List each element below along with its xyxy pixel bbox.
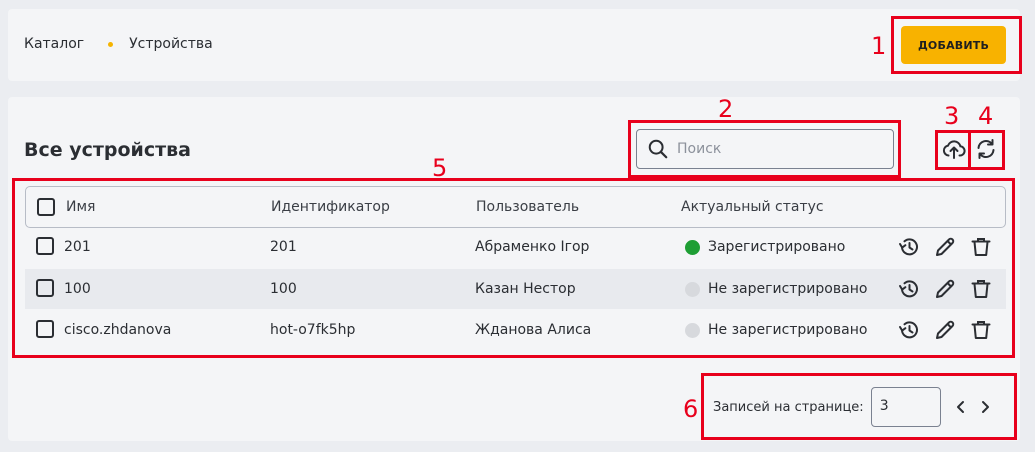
table-row[interactable]: cisco.zhdanova hot-o7fk5hp Жданова Алиса… xyxy=(25,310,1006,350)
column-header-name[interactable]: Имя xyxy=(66,199,95,215)
upload-button[interactable] xyxy=(941,135,967,163)
device-name: 201 xyxy=(64,239,91,255)
annotation-number-5: 5 xyxy=(432,154,448,182)
search-icon xyxy=(648,139,668,159)
status-text: Зарегистрировано xyxy=(708,239,846,255)
trash-icon xyxy=(971,280,991,298)
row-actions xyxy=(897,235,1005,259)
history-button[interactable] xyxy=(897,318,921,342)
history-icon xyxy=(899,280,918,298)
search-box[interactable] xyxy=(636,129,894,169)
refresh-button[interactable] xyxy=(973,135,999,163)
annotation-number-4: 4 xyxy=(978,102,994,130)
pagination: Записей на странице: 3 xyxy=(713,386,991,428)
status-badge: Не зарегистрировано xyxy=(685,281,867,297)
search-input[interactable] xyxy=(677,141,877,157)
edit-icon xyxy=(936,279,955,298)
table-row[interactable]: 201 201 Абраменко Ігор Зарегистрировано xyxy=(25,227,1006,267)
edit-icon xyxy=(936,320,955,339)
annotation-number-3: 3 xyxy=(944,102,960,130)
status-text: Не зарегистрировано xyxy=(708,281,868,297)
status-badge: Зарегистрировано xyxy=(685,239,845,255)
device-id: hot-o7fk5hp xyxy=(270,322,356,338)
status-badge: Не зарегистрировано xyxy=(685,322,867,338)
upload-icon xyxy=(942,140,966,159)
history-icon xyxy=(899,321,918,339)
annotation-number-2: 2 xyxy=(718,95,734,123)
device-id: 100 xyxy=(270,281,297,297)
trash-icon xyxy=(971,238,991,256)
delete-button[interactable] xyxy=(969,235,993,259)
status-text: Не зарегистрировано xyxy=(708,322,868,338)
table-header: Имя Идентификатор Пользователь Актуальны… xyxy=(25,186,1006,228)
chevron-left-icon xyxy=(956,401,964,413)
history-button[interactable] xyxy=(897,235,921,259)
device-name: cisco.zhdanova xyxy=(64,322,172,338)
row-checkbox[interactable] xyxy=(36,237,54,255)
refresh-icon xyxy=(977,139,995,159)
add-button[interactable]: ДОБАВИТЬ xyxy=(901,26,1006,64)
history-icon xyxy=(899,238,918,256)
page-title: Все устройства xyxy=(24,139,191,161)
device-id: 201 xyxy=(270,239,297,255)
device-user: Жданова Алиса xyxy=(475,322,592,338)
device-name: 100 xyxy=(64,281,91,297)
device-user: Абраменко Ігор xyxy=(475,239,590,255)
row-checkbox[interactable] xyxy=(36,279,54,297)
status-online-icon xyxy=(685,239,700,255)
row-actions xyxy=(897,277,1005,301)
chevron-right-icon xyxy=(981,401,989,413)
annotation-number-6: 6 xyxy=(683,395,699,423)
column-header-user[interactable]: Пользователь xyxy=(476,199,579,215)
column-header-status[interactable]: Актуальный статус xyxy=(681,199,824,215)
per-page-label: Записей на странице: xyxy=(713,399,864,415)
breadcrumb: Каталог Устройства xyxy=(24,36,213,52)
table-row[interactable]: 100 100 Казан Нестор Не зарегистрировано xyxy=(25,269,1006,309)
history-button[interactable] xyxy=(897,277,921,301)
breadcrumb-separator xyxy=(108,41,114,47)
edit-button[interactable] xyxy=(933,318,957,342)
select-all-checkbox[interactable] xyxy=(37,198,55,216)
row-actions xyxy=(897,318,1005,342)
annotation-number-1: 1 xyxy=(871,32,887,60)
delete-button[interactable] xyxy=(969,277,993,301)
prev-page-button[interactable] xyxy=(955,400,967,414)
column-header-id[interactable]: Идентификатор xyxy=(271,199,390,215)
next-page-button[interactable] xyxy=(979,400,991,414)
edit-button[interactable] xyxy=(933,277,957,301)
status-offline-icon xyxy=(685,281,700,297)
edit-icon xyxy=(936,237,955,256)
delete-button[interactable] xyxy=(969,318,993,342)
edit-button[interactable] xyxy=(933,235,957,259)
device-user: Казан Нестор xyxy=(475,281,576,297)
row-checkbox[interactable] xyxy=(36,320,54,338)
per-page-input[interactable]: 3 xyxy=(870,387,941,427)
breadcrumb-current: Устройства xyxy=(129,36,213,52)
breadcrumb-catalog[interactable]: Каталог xyxy=(24,36,84,52)
trash-icon xyxy=(971,321,991,339)
status-offline-icon xyxy=(685,322,700,338)
